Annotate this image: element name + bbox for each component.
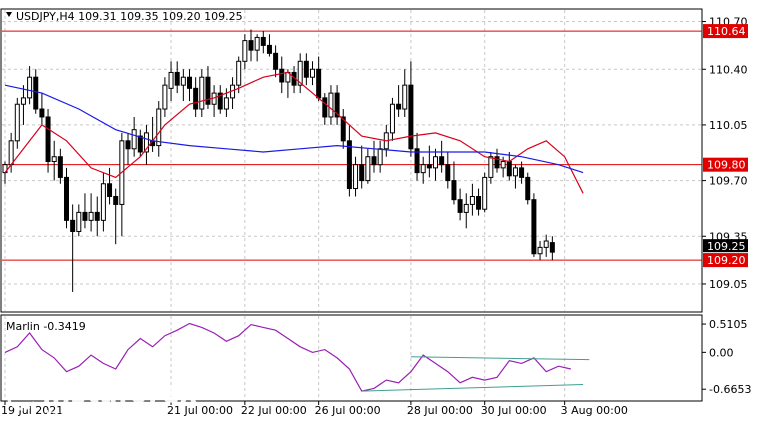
price-tick-label: 110.40 bbox=[709, 63, 748, 76]
chart-canvas: 110.70110.40110.05109.70109.35109.05110.… bbox=[0, 8, 751, 420]
candle bbox=[14, 97, 20, 149]
indicator-axis: 0.5105 0.00 -0.6653 bbox=[702, 318, 751, 396]
candle bbox=[531, 193, 537, 257]
level-tag-label: 109.20 bbox=[707, 254, 746, 267]
time-tick-label: 22 Jul 00:00 bbox=[241, 404, 307, 417]
indicator-tick-label: 0.5105 bbox=[709, 318, 748, 331]
symbol-info: USDJPY,H4 109.31 109.35 109.20 109.25 bbox=[16, 10, 243, 23]
watermark-brand: instaforex bbox=[42, 378, 197, 409]
level-tag-label: 109.80 bbox=[707, 159, 746, 172]
price-tick-label: 109.05 bbox=[709, 278, 748, 291]
candle bbox=[64, 167, 69, 229]
time-tick-label: 3 Aug 00:00 bbox=[561, 404, 628, 417]
indicator-tick-label: -0.6653 bbox=[709, 383, 751, 396]
price-tick-label: 109.70 bbox=[709, 175, 748, 188]
level-tag-label: 110.64 bbox=[707, 25, 746, 38]
candle bbox=[525, 172, 531, 205]
time-tick-label: 26 Jul 00:00 bbox=[315, 404, 381, 417]
price-tick-label: 110.05 bbox=[709, 119, 748, 132]
current-price-label: 109.25 bbox=[707, 240, 746, 253]
indicator-label: Marlin -0.3419 bbox=[6, 320, 86, 333]
watermark-tagline: Instant Forex Trading bbox=[46, 409, 151, 420]
price-axis: 110.70110.40110.05109.70109.35109.05110.… bbox=[702, 16, 748, 291]
indicator-tick-label: 0.00 bbox=[709, 346, 734, 359]
time-tick-label: 30 Jul 00:00 bbox=[481, 404, 547, 417]
time-tick-label: 28 Jul 00:00 bbox=[407, 404, 473, 417]
candle bbox=[482, 172, 488, 213]
